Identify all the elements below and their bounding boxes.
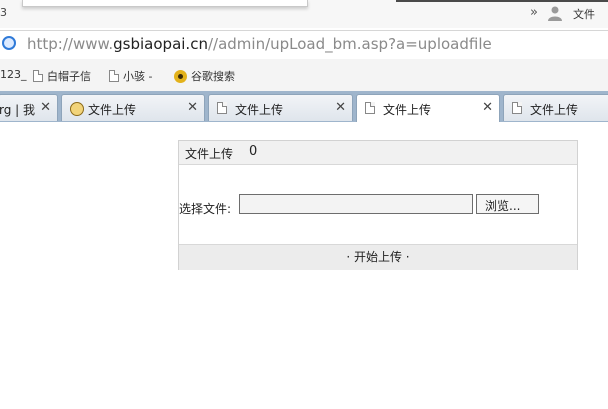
address-bar[interactable]: http://www.gsbiaopai.cn//admin/upLoad_bm… xyxy=(0,30,608,60)
bookmark-label: 小骇 - xyxy=(123,70,153,83)
browse-button[interactable]: 浏览... xyxy=(476,194,539,214)
tab-label: 文件上传 xyxy=(383,103,432,117)
globe-icon xyxy=(2,36,16,50)
tab[interactable]: 文件上传 ✕ xyxy=(61,94,205,121)
page-icon xyxy=(109,70,119,82)
start-upload-button[interactable]: · 开始上传 · xyxy=(179,244,577,270)
bookmark-item[interactable]: 小骇 - xyxy=(109,68,152,84)
tab-strip: rg | 我 ✕ 文件上传 ✕ 文件上传 ✕ 文件上传 ✕ 文件上传 xyxy=(0,91,608,122)
url-field[interactable]: http://www.gsbiaopai.cn//admin/upLoad_bm… xyxy=(27,35,492,53)
upload-count: 0 xyxy=(249,144,258,159)
url-host: gsbiaopai.cn xyxy=(113,35,208,53)
bookmarks-bar: 123_ 白帽子信 小骇 - 谷歌搜索 xyxy=(0,59,608,91)
user-icon[interactable] xyxy=(547,5,563,21)
bookmark-label: 谷歌搜索 xyxy=(191,70,235,83)
tab-label: 文件上传 xyxy=(235,103,284,117)
tab[interactable]: rg | 我 ✕ xyxy=(0,94,58,121)
window-title-fragment: 3 xyxy=(0,6,7,19)
file-path-input[interactable] xyxy=(239,194,473,214)
bookmark-label: 123_ xyxy=(0,68,27,81)
tab[interactable]: 文件上传 xyxy=(503,94,608,121)
bookmark-item[interactable]: 白帽子信 xyxy=(33,68,91,84)
tab-active[interactable]: 文件上传 ✕ xyxy=(356,94,500,122)
paw-icon xyxy=(174,70,187,83)
window-edge-line xyxy=(396,0,608,2)
upload-panel: 文件上传 0 选择文件: 浏览... · 开始上传 · xyxy=(178,140,578,270)
page-icon xyxy=(33,70,43,82)
page-icon xyxy=(512,102,522,114)
panel-title: 文件上传 xyxy=(185,147,234,161)
tab[interactable]: 文件上传 ✕ xyxy=(208,94,353,121)
panel-header: 文件上传 0 xyxy=(179,141,577,165)
url-prefix: http://www. xyxy=(27,35,114,53)
tab-label: 文件上传 xyxy=(530,103,579,117)
dropdown-edge xyxy=(22,0,308,7)
bookmark-label: 白帽子信 xyxy=(47,70,91,83)
url-path: //admin/upLoad_bm.asp?a=uploadfile xyxy=(207,35,492,53)
window-top-strip: 3 » 文件 xyxy=(0,0,608,28)
page-icon xyxy=(365,102,375,114)
bookmark-item[interactable]: 123_ xyxy=(0,68,27,81)
bookmark-item[interactable]: 谷歌搜索 xyxy=(174,68,235,84)
close-icon[interactable]: ✕ xyxy=(40,100,51,115)
more-chevron-icon[interactable]: » xyxy=(530,5,538,20)
tab-label: rg | 我 xyxy=(0,103,36,117)
file-field-label: 选择文件: xyxy=(179,202,232,216)
page-icon xyxy=(217,102,227,114)
close-icon[interactable]: ✕ xyxy=(187,100,198,115)
tab-label: 文件上传 xyxy=(88,103,137,117)
close-icon[interactable]: ✕ xyxy=(482,100,493,115)
close-icon[interactable]: ✕ xyxy=(335,100,346,115)
site-favicon-icon xyxy=(70,102,84,116)
file-menu[interactable]: 文件 xyxy=(573,6,595,22)
